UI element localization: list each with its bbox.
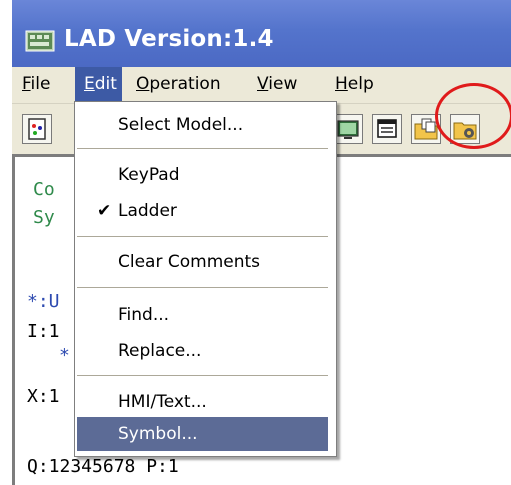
x-line: X:1 xyxy=(27,386,60,407)
menu-view[interactable]: View xyxy=(257,67,303,101)
input-line: I:1 xyxy=(27,321,60,342)
menu-edit[interactable]: Edit xyxy=(75,67,122,101)
menu-hmi-text[interactable]: HMI/Text... xyxy=(77,385,328,419)
menu-edit-rest: dit xyxy=(94,74,117,94)
monitor-button[interactable] xyxy=(333,114,363,144)
menu-separator xyxy=(77,148,328,149)
menu-replace-label: Replace... xyxy=(118,341,202,361)
new-file-icon xyxy=(28,118,46,140)
label-line: *:U xyxy=(27,291,60,312)
q-line: Q:12345678 P:1 xyxy=(27,456,179,477)
menu-keypad[interactable]: KeyPad xyxy=(77,158,328,192)
comment-line: Co xyxy=(33,179,55,200)
menu-separator xyxy=(77,287,328,288)
menu-ladder-label: Ladder xyxy=(118,201,177,221)
menu-separator xyxy=(77,236,328,237)
edit-dropdown-menu: Select Model... KeyPad ✔ Ladder Clear Com… xyxy=(74,101,337,457)
menu-operation[interactable]: Operation xyxy=(136,67,228,101)
menu-file[interactable]: File xyxy=(20,67,58,101)
menu-select-model[interactable]: Select Model... xyxy=(77,108,328,142)
menu-view-rest: iew xyxy=(268,74,298,94)
highlight-circle xyxy=(435,83,511,149)
menu-select-model-label: Select Model... xyxy=(118,115,244,135)
menu-symbol[interactable]: Symbol... xyxy=(77,417,328,451)
window-icon xyxy=(377,119,397,138)
new-file-button[interactable] xyxy=(22,114,52,144)
menu-file-rest: ile xyxy=(30,74,51,94)
menu-clear-comments[interactable]: Clear Comments xyxy=(77,245,328,279)
menu-ladder[interactable]: ✔ Ladder xyxy=(77,194,328,228)
window-button[interactable] xyxy=(372,114,402,144)
app-window: LAD Version:1.4 File Edit Operation View… xyxy=(12,0,511,485)
checkmark-icon: ✔ xyxy=(97,201,112,221)
app-icon xyxy=(25,30,55,52)
monitor-icon xyxy=(337,120,359,139)
menu-separator xyxy=(77,375,328,376)
menu-find-label: Find... xyxy=(118,305,170,325)
star-line: * xyxy=(59,345,70,366)
menu-operation-rest: peration xyxy=(149,74,221,94)
menu-help[interactable]: Help xyxy=(335,67,379,101)
symbol-line: Sy xyxy=(33,207,55,228)
menu-replace[interactable]: Replace... xyxy=(77,334,328,368)
menu-clear-comments-label: Clear Comments xyxy=(118,252,261,272)
menu-symbol-label: Symbol... xyxy=(118,424,198,444)
menu-keypad-label: KeyPad xyxy=(118,165,180,185)
menu-help-rest: elp xyxy=(347,74,374,94)
window-title: LAD Version:1.4 xyxy=(64,26,274,52)
menu-hmi-text-label: HMI/Text... xyxy=(118,392,207,412)
menu-find[interactable]: Find... xyxy=(77,298,328,332)
menu-bar: File Edit Operation View Help xyxy=(12,67,511,104)
title-bar[interactable]: LAD Version:1.4 xyxy=(12,0,511,67)
